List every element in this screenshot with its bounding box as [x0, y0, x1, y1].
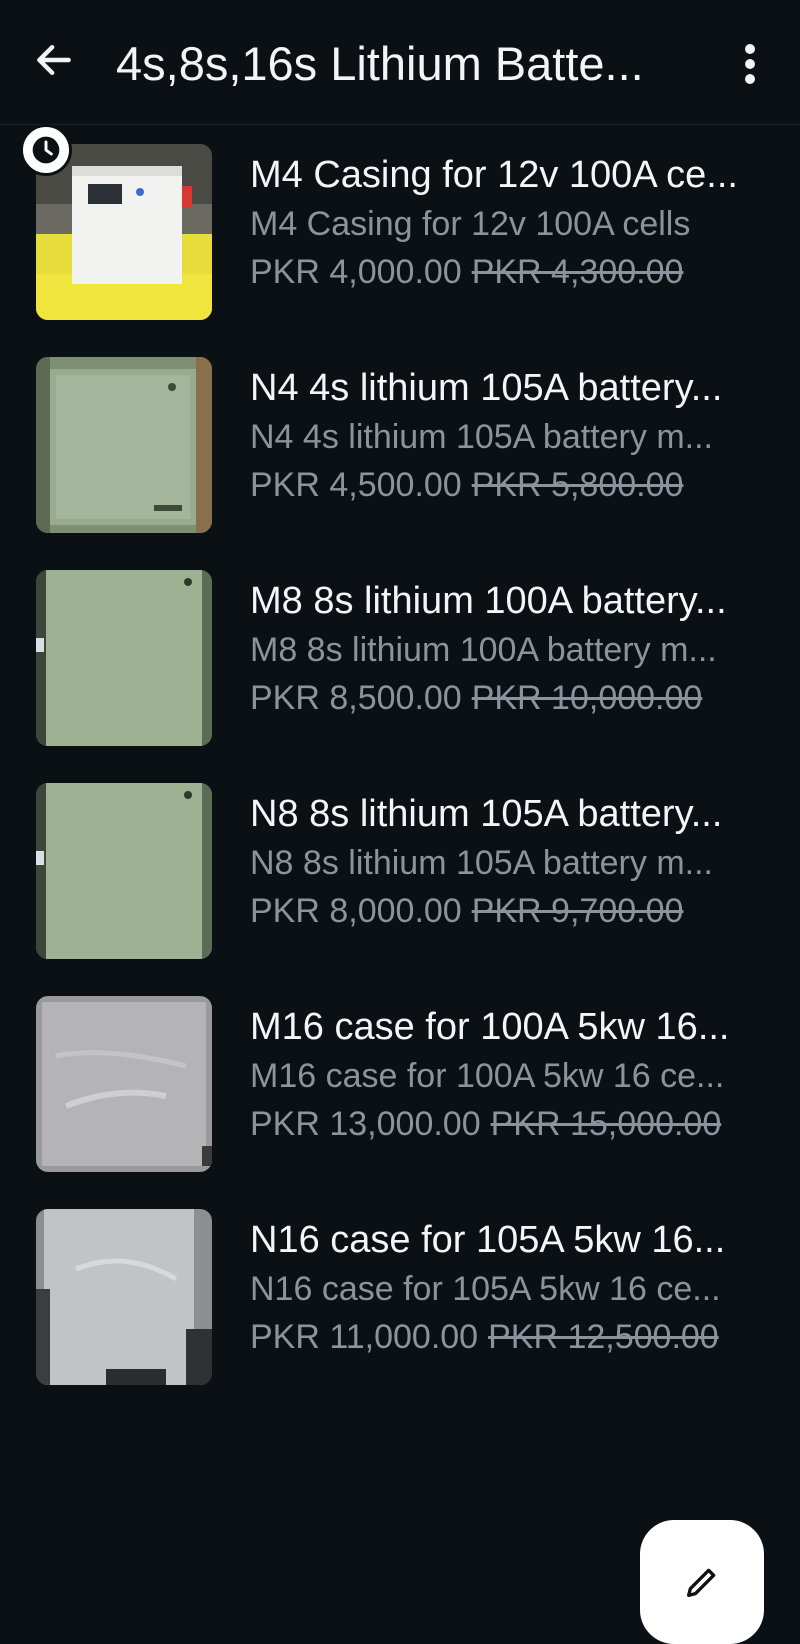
edit-fab-button[interactable]	[640, 1520, 764, 1644]
product-prices: PKR 11,000.00 PKR 12,500.00	[250, 1313, 760, 1361]
product-list: M4 Casing for 12v 100A ce... M4 Casing f…	[0, 124, 800, 1418]
more-vert-icon	[745, 44, 755, 84]
product-description: M8 8s lithium 100A battery m...	[250, 631, 717, 669]
product-prices: PKR 13,000.00 PKR 15,000.00	[250, 1100, 760, 1148]
sale-price: PKR 8,500.00	[250, 679, 462, 717]
page-title: 4s,8s,16s Lithium Batte...	[116, 37, 644, 90]
original-price: PKR 12,500.00	[488, 1318, 719, 1356]
app-bar: 4s,8s,16s Lithium Batte...	[0, 0, 800, 125]
product-name: N8 8s lithium 105A battery...	[250, 793, 723, 835]
product-name: M4 Casing for 12v 100A ce...	[250, 154, 738, 196]
sale-price: PKR 8,000.00	[250, 892, 462, 930]
product-item-n8-battery[interactable]: N8 8s lithium 105A battery... N8 8s lith…	[0, 779, 800, 992]
product-thumbnail	[36, 1209, 212, 1385]
product-thumbnail	[36, 783, 212, 959]
product-description: N4 4s lithium 105A battery m...	[250, 418, 713, 456]
product-description: N8 8s lithium 105A battery m...	[250, 844, 713, 882]
product-name: M16 case for 100A 5kw 16...	[250, 1006, 730, 1048]
more-options-button[interactable]	[726, 38, 774, 90]
product-name: N16 case for 105A 5kw 16...	[250, 1219, 726, 1261]
product-prices: PKR 4,000.00 PKR 4,300.00	[250, 248, 760, 296]
product-item-n4-battery[interactable]: N4 4s lithium 105A battery... N4 4s lith…	[0, 353, 800, 566]
edit-pencil-icon	[687, 1568, 716, 1597]
product-description: M4 Casing for 12v 100A cells	[250, 205, 691, 243]
original-price: PKR 9,700.00	[471, 892, 684, 930]
original-price: PKR 15,000.00	[490, 1105, 722, 1143]
product-prices: PKR 8,000.00 PKR 9,700.00	[250, 887, 760, 935]
product-item-m8-battery[interactable]: M8 8s lithium 100A battery... M8 8s lith…	[0, 566, 800, 779]
product-prices: PKR 8,500.00 PKR 10,000.00	[250, 674, 760, 722]
sale-price: PKR 4,000.00	[250, 253, 462, 291]
original-price: PKR 4,300.00	[471, 253, 684, 291]
product-item-m16-case[interactable]: M16 case for 100A 5kw 16... M16 case for…	[0, 992, 800, 1205]
sale-price: PKR 11,000.00	[250, 1318, 479, 1356]
sale-price: PKR 13,000.00	[250, 1105, 481, 1143]
product-description: M16 case for 100A 5kw 16 ce...	[250, 1057, 725, 1095]
product-description: N16 case for 105A 5kw 16 ce...	[250, 1270, 721, 1308]
product-name: M8 8s lithium 100A battery...	[250, 580, 727, 622]
product-thumbnail	[36, 144, 212, 320]
product-thumbnail	[36, 357, 212, 533]
product-name: N4 4s lithium 105A battery...	[250, 367, 723, 409]
back-button[interactable]	[28, 34, 80, 86]
product-item-n16-case[interactable]: N16 case for 105A 5kw 16... N16 case for…	[0, 1205, 800, 1418]
clock-badge	[20, 124, 72, 176]
original-price: PKR 10,000.00	[471, 679, 703, 717]
product-item-m4-casing[interactable]: M4 Casing for 12v 100A ce... M4 Casing f…	[0, 124, 800, 353]
clock-icon	[32, 136, 60, 164]
product-prices: PKR 4,500.00 PKR 5,800.00	[250, 461, 760, 509]
sale-price: PKR 4,500.00	[250, 466, 462, 504]
arrow-left-icon	[37, 44, 71, 76]
original-price: PKR 5,800.00	[471, 466, 684, 504]
product-thumbnail	[36, 570, 212, 746]
product-thumbnail	[36, 996, 212, 1172]
